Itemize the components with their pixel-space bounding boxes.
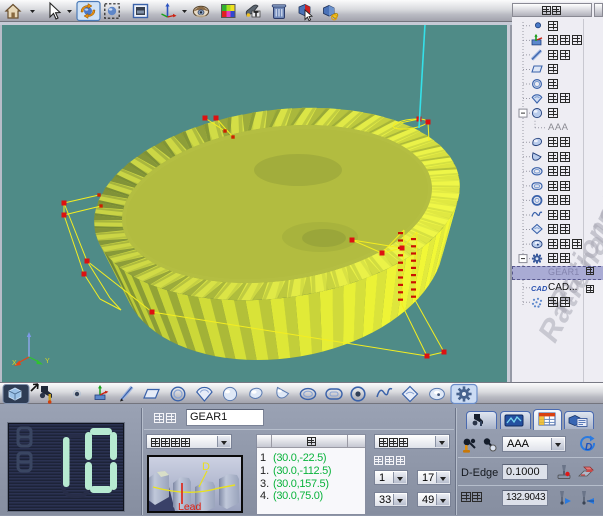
svg-text:Lead: Lead	[178, 501, 202, 511]
svg-text:D: D	[585, 442, 592, 453]
svg-text:D: D	[202, 461, 210, 473]
svg-text:X: X	[12, 360, 17, 367]
svg-text:Y: Y	[45, 358, 50, 365]
